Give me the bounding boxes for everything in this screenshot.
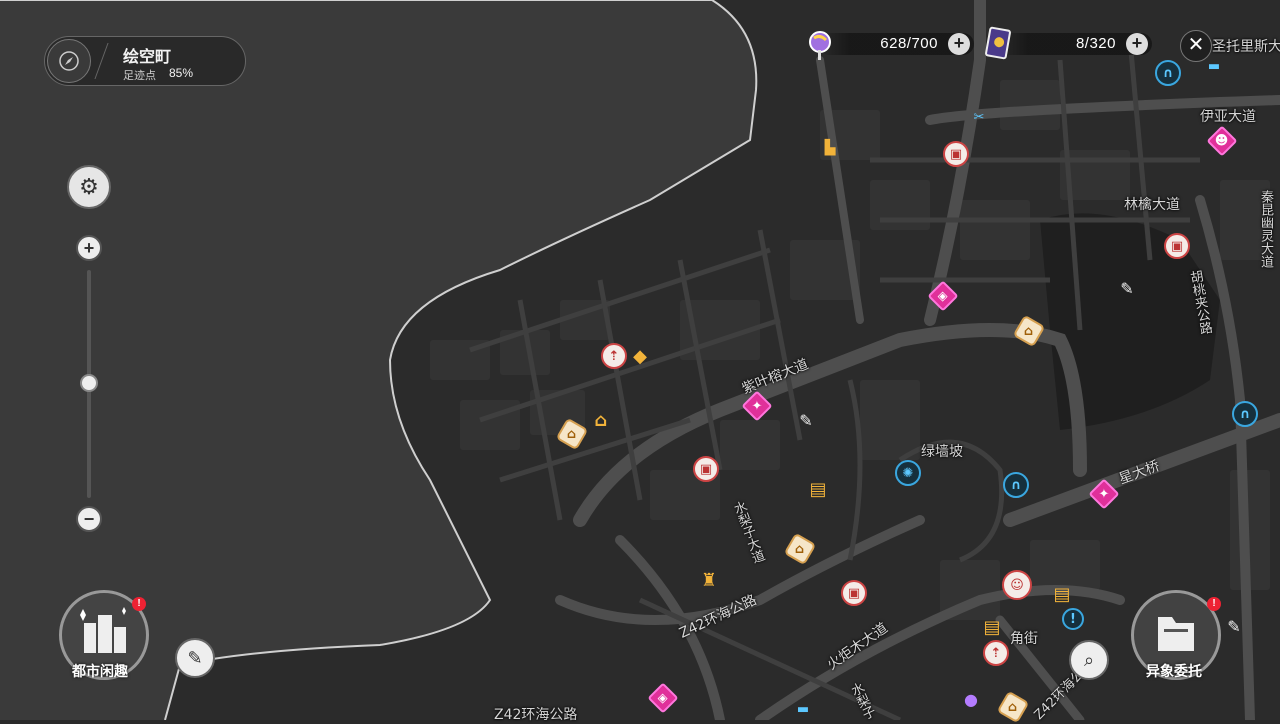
card-icon [984, 26, 1014, 62]
sparrow-poi-icon-3[interactable]: ✎ [1221, 613, 1247, 639]
energy-resource-bar: 628/700 + [818, 33, 974, 55]
city-fun-label: 都市闲趣 [72, 663, 128, 679]
rocket-poi-icon-2[interactable]: ⇡ [983, 640, 1009, 666]
gear-icon: ⚙ [79, 174, 99, 199]
road-label-qinkun-avenue: 秦昆幽灵大道 [1258, 190, 1273, 268]
zoom-out-button[interactable]: − [76, 506, 102, 532]
gate-poi-icon-1[interactable]: ∩ [1003, 472, 1029, 498]
road-label-yia-avenue: 伊亚大道 [1200, 109, 1256, 125]
vending-poi-icon-4[interactable]: ▣ [943, 141, 969, 167]
building-poi-icon[interactable]: ▙ [817, 135, 843, 161]
anomaly-alert-badge: ! [1207, 597, 1221, 611]
notes-icon: ✎ [187, 647, 203, 668]
card-add-button[interactable]: + [1126, 33, 1148, 55]
vending-poi-icon-3[interactable]: ▣ [1164, 233, 1190, 259]
road-label-santori: 圣托里斯大 [1212, 39, 1280, 55]
sparrow-poi-icon-2[interactable]: ✎ [1114, 275, 1140, 301]
hollow-zero-poi-icon[interactable]: ✺ [895, 460, 921, 486]
magnifier-icon: ⌕ [1083, 649, 1095, 670]
info-poi-icon[interactable]: ! [1062, 608, 1084, 630]
compass-icon[interactable] [47, 39, 91, 83]
area-label-green-wall-slope: 绿墙坡 [921, 444, 963, 460]
wallet-poi-icon-3[interactable]: ▤ [979, 614, 1005, 640]
crystal-ball-poi-icon[interactable]: ● [958, 686, 984, 712]
plus-icon: + [83, 237, 95, 258]
wallet-poi-icon-2[interactable]: ▤ [1049, 581, 1075, 607]
road-label-z42-coastal-2: Z42环海公路 [494, 707, 578, 723]
zoom-in-button[interactable]: + [76, 235, 102, 261]
gate-poi-icon-2[interactable]: ∩ [1232, 401, 1258, 427]
close-button[interactable]: ✕ [1180, 30, 1212, 62]
gate-poi-icon-3[interactable]: ∩ [1155, 60, 1181, 86]
repair-poi-icon[interactable]: ✂ [966, 104, 992, 130]
settings-button[interactable]: ⚙ [67, 165, 111, 209]
location-name: 绘空町 [123, 49, 172, 66]
card-resource-bar: 8/320 + [996, 33, 1152, 55]
map-search-button[interactable]: ⌕ [1069, 640, 1109, 680]
puzzle-poi-icon[interactable]: ◆ [627, 343, 653, 369]
city-fun-alert-badge: ! [132, 597, 146, 611]
vending-poi-icon-1[interactable]: ▣ [693, 456, 719, 482]
zoom-slider-thumb[interactable] [80, 374, 98, 392]
lollipop-icon [802, 28, 836, 62]
mecha-poi-icon[interactable]: ♜ [696, 567, 722, 593]
character-poi-icon[interactable]: ☺ [1002, 570, 1032, 600]
sparrow-poi-icon[interactable]: ✎ [793, 407, 819, 433]
area-label-corner-street: 角街 [1010, 631, 1038, 647]
card-value: 8/320 [1075, 35, 1116, 52]
house-poi-icon[interactable]: ⌂ [588, 407, 614, 433]
location-divider [94, 43, 109, 79]
energy-value: 628/700 [880, 35, 938, 52]
footprint-label: 足迹点 [123, 70, 156, 82]
rocket-poi-icon[interactable]: ⇡ [601, 343, 627, 369]
notes-button[interactable]: ✎ [175, 638, 215, 678]
footprint-value: 85% [169, 66, 194, 80]
minus-icon: − [83, 508, 95, 529]
energy-add-button[interactable]: + [948, 33, 970, 55]
road-label-linqin-avenue: 林檎大道 [1124, 197, 1180, 213]
car-poi-icon-2[interactable]: ▬ [790, 696, 816, 722]
wallet-poi-icon-1[interactable]: ▤ [805, 476, 831, 502]
location-panel[interactable]: 绘空町 足迹点 85% [44, 36, 246, 86]
vending-poi-icon-2[interactable]: ▣ [841, 580, 867, 606]
anomaly-commission-label: 异象委托 [1146, 663, 1202, 679]
